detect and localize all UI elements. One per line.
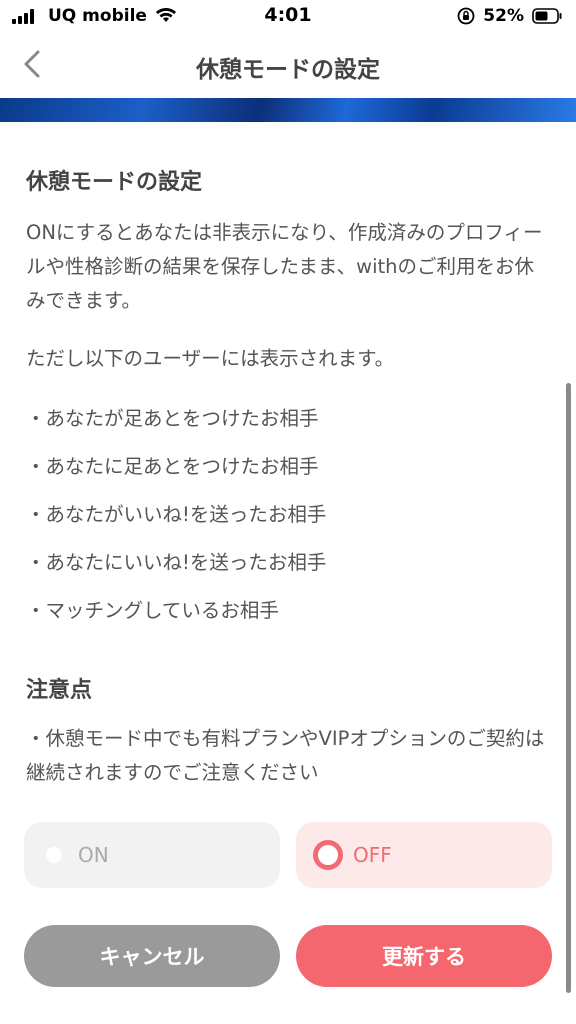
list-item: ・あなたが足あとをつけたお相手 xyxy=(26,407,319,430)
navigation-bar: 休憩モードの設定 xyxy=(0,34,576,98)
update-button[interactable]: 更新する xyxy=(296,925,552,987)
radio-selected-icon xyxy=(313,840,343,870)
status-bar: UQ mobile 4:01 52% xyxy=(0,0,576,34)
radio-unselected-icon xyxy=(46,847,62,863)
battery-icon xyxy=(532,8,562,24)
option-on[interactable]: ON xyxy=(24,822,280,888)
option-off-label: OFF xyxy=(353,843,392,867)
visible-to-intro: ただし以下のユーザーには表示されます。 xyxy=(26,347,395,370)
status-right: 52% xyxy=(457,5,562,27)
list-item: ・あなたがいいね!を送ったお相手 xyxy=(26,503,327,526)
page-title: 休憩モードの設定 xyxy=(196,57,380,83)
notice-text: ・休憩モード中でも有料プランやVIPオプションのご契約は継続されますのでご注意く… xyxy=(26,727,545,784)
list-item: ・あなたに足あとをつけたお相手 xyxy=(26,455,319,478)
visible-to-list: ・あなたが足あとをつけたお相手 ・あなたに足あとをつけたお相手 ・あなたがいいね… xyxy=(26,404,546,644)
cancel-button[interactable]: キャンセル xyxy=(24,925,280,987)
list-item: ・マッチングしているお相手 xyxy=(26,599,279,622)
section-title-rest-mode: 休憩モードの設定 xyxy=(26,170,203,195)
section-title-notice: 注意点 xyxy=(26,678,93,703)
scrollbar[interactable] xyxy=(566,383,571,993)
header-banner-image xyxy=(0,98,576,122)
option-on-label: ON xyxy=(78,843,109,867)
list-item: ・あなたにいいね!を送ったお相手 xyxy=(26,551,327,574)
rotation-lock-icon xyxy=(457,7,475,25)
option-off[interactable]: OFF xyxy=(296,822,552,888)
description-text: ONにするとあなたは非表示になり、作成済みのプロフィールや性格診断の結果を保存し… xyxy=(26,221,543,312)
battery-percent: 52% xyxy=(483,6,524,26)
